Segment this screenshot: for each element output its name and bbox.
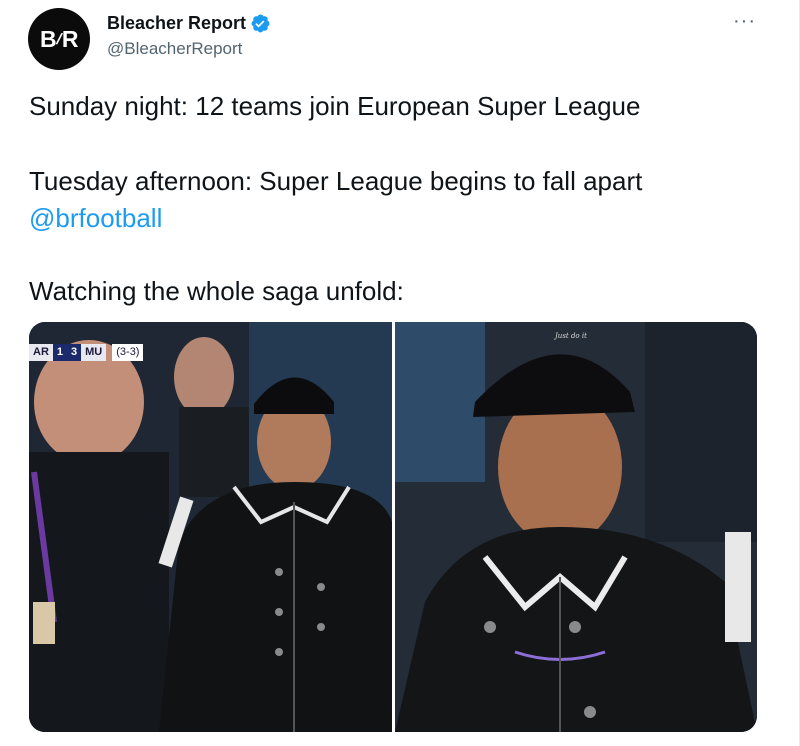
scorebug-aggregate: (3-3): [112, 344, 144, 361]
scorebug: AR 1 3 MU (3-3): [29, 344, 144, 361]
tweet-text-line-2: Tuesday afternoon: Super League begins t…: [29, 166, 643, 196]
author-row: Bleacher Report: [107, 13, 271, 34]
tweet-card: B / R Bleacher Report @BleacherReport ··· …: [0, 0, 800, 746]
scorebug-team-b: MU: [81, 344, 107, 361]
media-grid[interactable]: AR 1 3 MU (3-3) Just do it: [29, 322, 757, 732]
more-icon[interactable]: ···: [733, 10, 756, 33]
photo-left[interactable]: AR 1 3 MU (3-3): [29, 322, 392, 732]
photo-right-scene: Just do it: [395, 322, 757, 732]
mention-link[interactable]: @brfootball: [29, 203, 162, 234]
display-name[interactable]: Bleacher Report: [107, 13, 246, 34]
scorebug-team-a: AR: [29, 344, 53, 361]
verified-badge-icon: [251, 14, 270, 33]
handle[interactable]: @BleacherReport: [107, 39, 242, 59]
tweet-text-line-1: Sunday night: 12 teams join European Sup…: [29, 91, 641, 121]
photo-right[interactable]: Just do it: [395, 322, 757, 732]
tweet-text-line-3: Watching the whole saga unfold:: [29, 276, 404, 306]
avatar[interactable]: B / R: [28, 8, 90, 70]
scorebug-score-a: 1: [52, 344, 68, 361]
scorebug-score-b: 3: [67, 344, 82, 361]
photo-left-scene: [29, 322, 392, 732]
cap-logo: Just do it: [553, 332, 587, 340]
